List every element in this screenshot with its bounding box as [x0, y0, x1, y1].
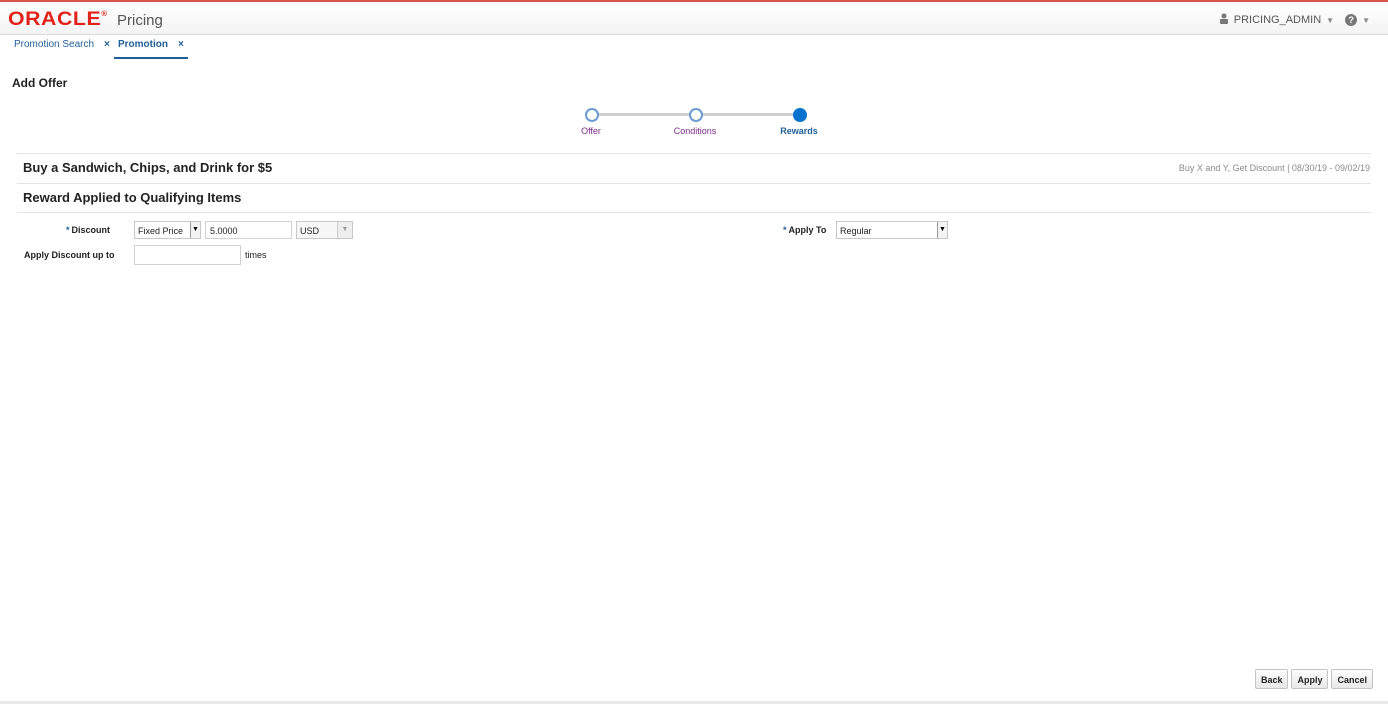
train-label-offer[interactable]: Offer	[551, 126, 631, 136]
user-icon	[1219, 13, 1229, 27]
offer-name: Buy a Sandwich, Chips, and Drink for $5	[23, 160, 273, 175]
times-label: times	[245, 250, 267, 260]
discount-value-input[interactable]: 5.0000	[205, 221, 292, 239]
currency-value: USD	[300, 226, 320, 236]
apply-button[interactable]: Apply	[1291, 669, 1329, 689]
user-menu-chevron-icon[interactable]: ▼	[1326, 16, 1334, 25]
user-area: PRICING_ADMIN ▼ ? ▼	[1219, 13, 1370, 27]
chevron-down-icon[interactable]: ▼	[337, 222, 352, 238]
chevron-down-icon[interactable]: ▼	[190, 222, 200, 238]
tab-promotion-search[interactable]: Promotion Search ×	[10, 39, 114, 57]
page-title: Add Offer	[12, 76, 68, 90]
tab-promotion[interactable]: Promotion ×	[114, 39, 188, 59]
apply-to-value: Regular	[840, 226, 872, 236]
currency-select[interactable]: USD ▼	[296, 221, 353, 239]
apply-up-to-input[interactable]	[134, 245, 241, 265]
help-icon[interactable]: ?	[1345, 14, 1358, 26]
train-stop-rewards[interactable]	[793, 108, 807, 122]
reward-section-title: Reward Applied to Qualifying Items	[23, 190, 242, 205]
divider	[17, 153, 1371, 154]
app-header: ORACLE® Pricing PRICING_ADMIN ▼ ? ▼	[0, 2, 1388, 35]
tab-label: Promotion Search	[14, 39, 95, 50]
divider	[17, 212, 1371, 213]
apply-to-select[interactable]: Regular ▼	[836, 221, 948, 239]
close-icon[interactable]: ×	[104, 39, 110, 50]
divider	[17, 183, 1371, 184]
discount-type-select[interactable]: Fixed Price ▼	[134, 221, 201, 239]
app-name: Pricing	[117, 12, 163, 29]
required-marker: *	[783, 225, 787, 235]
train-stop-conditions[interactable]	[689, 108, 703, 122]
offer-meta: Buy X and Y, Get Discount | 08/30/19 - 0…	[1178, 163, 1370, 173]
train-label-rewards: Rewards	[780, 126, 818, 136]
chevron-down-icon[interactable]: ▼	[937, 222, 947, 238]
apply-up-to-label: Apply Discount up to	[24, 250, 115, 260]
back-button[interactable]: Back	[1254, 669, 1289, 689]
close-icon[interactable]: ×	[178, 39, 184, 50]
train-label-conditions[interactable]: Conditions	[655, 126, 735, 136]
user-menu[interactable]: PRICING_ADMIN	[1234, 14, 1321, 26]
tab-label: Promotion	[118, 39, 168, 50]
oracle-logo: ORACLE®	[8, 9, 108, 30]
discount-label: * Discount	[66, 225, 111, 235]
apply-to-label: * Apply To	[783, 225, 827, 235]
footer-buttons: Back Apply Cancel	[1254, 669, 1373, 689]
train-stop-offer[interactable]	[585, 108, 599, 122]
required-marker: *	[66, 225, 70, 235]
help-chevron-icon[interactable]: ▼	[1362, 16, 1370, 25]
cancel-button[interactable]: Cancel	[1331, 669, 1373, 689]
discount-type-value: Fixed Price	[138, 226, 184, 236]
document-tabs: Promotion Search × Promotion ×	[0, 35, 1388, 59]
